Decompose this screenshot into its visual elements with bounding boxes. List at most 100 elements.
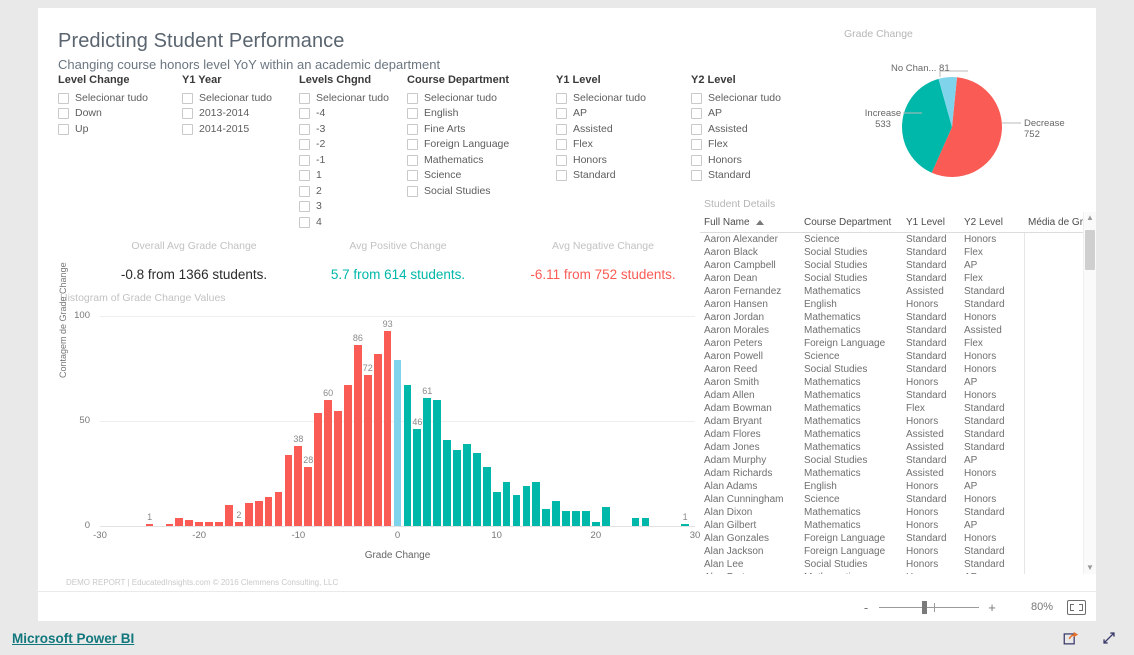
histogram-bar[interactable] bbox=[532, 481, 541, 526]
histogram-bar[interactable] bbox=[572, 511, 580, 526]
histogram-bar[interactable] bbox=[334, 410, 342, 526]
slicer-option[interactable]: Social Studies bbox=[407, 184, 509, 198]
table-row[interactable]: Alan PorterMathematicsHonorsAP0 bbox=[700, 571, 1096, 574]
checkbox[interactable] bbox=[691, 170, 702, 181]
histogram-bar[interactable] bbox=[433, 400, 442, 526]
checkbox[interactable] bbox=[182, 108, 193, 119]
checkbox[interactable] bbox=[299, 92, 310, 104]
column-header-y1-level[interactable]: Y1 Level bbox=[902, 214, 960, 233]
checkbox[interactable] bbox=[182, 92, 193, 104]
slicer-option[interactable]: Selecionar tudo bbox=[691, 91, 781, 105]
slicer-option[interactable]: AP bbox=[556, 107, 646, 121]
checkbox[interactable] bbox=[407, 123, 418, 135]
slicer-option[interactable]: 4 bbox=[299, 215, 389, 229]
histogram-bar[interactable] bbox=[423, 397, 432, 526]
histogram-bar[interactable] bbox=[314, 412, 323, 526]
table-row[interactable]: Aaron Fernandez Mathematics Assisted Standa… bbox=[700, 285, 1096, 298]
histogram-bar[interactable] bbox=[324, 400, 332, 526]
histogram-bar[interactable] bbox=[363, 374, 372, 526]
histogram-bar[interactable] bbox=[353, 345, 362, 526]
histogram-bar[interactable] bbox=[284, 454, 293, 526]
checkbox[interactable] bbox=[299, 154, 310, 166]
slicer-option[interactable]: Down bbox=[58, 107, 148, 121]
scroll-up-arrow-icon[interactable]: ▲ bbox=[1084, 212, 1096, 224]
table-row[interactable]: Alan LeeSocial StudiesHonorsStandard-1 bbox=[700, 558, 1096, 571]
slicer-option[interactable]: Standard bbox=[556, 169, 646, 183]
histogram-bar[interactable] bbox=[294, 446, 303, 526]
histogram-bar[interactable] bbox=[631, 517, 640, 526]
histogram-bar[interactable] bbox=[522, 486, 531, 526]
histogram-bar[interactable] bbox=[175, 517, 184, 526]
zoom-slider-track[interactable] bbox=[879, 600, 979, 614]
histogram-bar[interactable] bbox=[443, 439, 451, 526]
histogram-bar[interactable] bbox=[641, 517, 650, 526]
histogram-bar[interactable] bbox=[512, 494, 521, 526]
histogram-bar[interactable] bbox=[244, 502, 253, 526]
slicer-option[interactable]: 2 bbox=[299, 184, 389, 198]
fullscreen-icon[interactable] bbox=[1100, 629, 1118, 647]
fit-to-page-icon[interactable] bbox=[1067, 599, 1086, 615]
slicer-option[interactable]: English bbox=[407, 107, 509, 121]
checkbox[interactable] bbox=[182, 123, 193, 135]
slicer-option[interactable]: -3 bbox=[299, 122, 389, 136]
slicer-option[interactable]: Assisted bbox=[556, 122, 646, 136]
slicer-option[interactable]: Up bbox=[58, 122, 148, 136]
table-row[interactable]: Alan Gonzales Foreign Language Standard Hon… bbox=[700, 532, 1096, 545]
table-row[interactable]: Alan Jackson Foreign Language Honors Standa… bbox=[700, 545, 1096, 558]
checkbox[interactable] bbox=[299, 201, 310, 212]
table-row[interactable]: Aaron SmithMathematicsHonorsAP-11 bbox=[700, 376, 1096, 389]
histogram-bar[interactable] bbox=[453, 450, 461, 526]
slicer-option[interactable]: Flex bbox=[691, 138, 781, 152]
checkbox[interactable] bbox=[299, 108, 310, 119]
checkbox[interactable] bbox=[407, 108, 418, 119]
scroll-down-arrow-icon[interactable]: ▼ bbox=[1084, 562, 1096, 574]
checkbox[interactable] bbox=[299, 185, 310, 197]
slicer-option[interactable]: Science bbox=[407, 169, 509, 183]
histogram-bar[interactable] bbox=[304, 467, 313, 526]
histogram-bar[interactable] bbox=[344, 385, 352, 526]
zoom-slider-group[interactable]: - + bbox=[859, 600, 999, 615]
histogram-bar[interactable] bbox=[463, 444, 471, 526]
table-row[interactable]: Aaron Peters Foreign Language Standard Flex… bbox=[700, 337, 1096, 350]
table-row[interactable]: Aaron ReedSocial StudiesStandardHonors-2… bbox=[700, 363, 1096, 376]
zoom-slider-thumb[interactable] bbox=[922, 600, 927, 614]
table-scroll-region[interactable]: Full Name Course Department Y1 Level Y2 … bbox=[700, 214, 1096, 574]
checkbox[interactable] bbox=[58, 123, 69, 135]
slicer-option[interactable]: Honors bbox=[691, 153, 781, 167]
histogram-bar[interactable] bbox=[582, 511, 590, 526]
column-header-y2-level[interactable]: Y2 Level bbox=[960, 214, 1024, 233]
slicer-option[interactable]: Foreign Language bbox=[407, 138, 509, 152]
slicer-option[interactable]: Honors bbox=[556, 153, 646, 167]
slicer-option[interactable]: Standard bbox=[691, 169, 781, 183]
table-row[interactable]: Alan GilbertMathematicsHonorsAP13 bbox=[700, 519, 1096, 532]
slicer-option[interactable]: Mathematics bbox=[407, 153, 509, 167]
histogram-bar[interactable] bbox=[492, 492, 501, 526]
slicer-option[interactable]: -4 bbox=[299, 107, 389, 121]
checkbox[interactable] bbox=[691, 139, 702, 150]
histogram-bar[interactable] bbox=[264, 496, 273, 526]
slicer-option[interactable]: 1 bbox=[299, 169, 389, 183]
histogram-bar[interactable] bbox=[413, 429, 422, 526]
table-row[interactable]: Adam AllenMathematicsStandardHonors-2 bbox=[700, 389, 1096, 402]
microsoft-power-bi-link[interactable]: Microsoft Power BI bbox=[12, 631, 134, 646]
checkbox[interactable] bbox=[556, 92, 567, 104]
histogram-bar[interactable] bbox=[274, 492, 283, 526]
slicer-option[interactable]: 2014-2015 bbox=[182, 122, 272, 136]
table-row[interactable]: Adam MurphySocial StudiesStandardAP-1 bbox=[700, 454, 1096, 467]
checkbox[interactable] bbox=[58, 108, 69, 119]
table-row[interactable]: Aaron CampbellSocial StudiesStandardAP-9 bbox=[700, 259, 1096, 272]
scrollbar-thumb[interactable] bbox=[1085, 230, 1095, 270]
table-row[interactable]: Adam FloresMathematicsAssistedStandard-1… bbox=[700, 428, 1096, 441]
checkbox[interactable] bbox=[691, 108, 702, 119]
histogram-bar[interactable] bbox=[254, 500, 263, 526]
checkbox[interactable] bbox=[299, 170, 310, 181]
zoom-in-button[interactable]: + bbox=[985, 600, 999, 615]
slicer-option[interactable]: Selecionar tudo bbox=[407, 91, 509, 105]
table-row[interactable]: Adam BowmanMathematicsFlexStandard-8 bbox=[700, 402, 1096, 415]
checkbox[interactable] bbox=[556, 108, 567, 119]
slicer-option[interactable]: Selecionar tudo bbox=[182, 91, 272, 105]
histogram-bar[interactable] bbox=[502, 481, 511, 526]
slicer-option[interactable]: Selecionar tudo bbox=[556, 91, 646, 105]
slicer-option[interactable]: Assisted bbox=[691, 122, 781, 136]
table-row[interactable]: Alan AdamsEnglishHonorsAP-1 bbox=[700, 480, 1096, 493]
